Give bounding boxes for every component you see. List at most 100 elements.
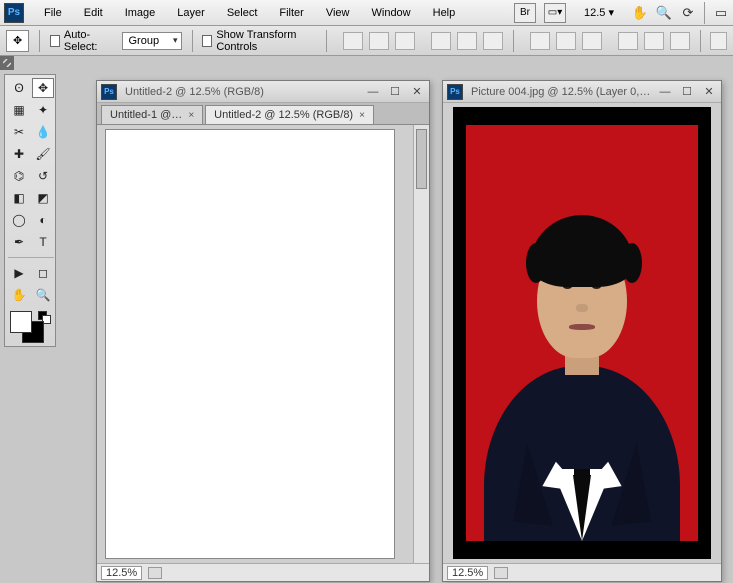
workspace-switcher-icon[interactable]: ▭: [713, 5, 729, 21]
hand-icon[interactable]: ✋: [8, 285, 30, 305]
divider: [326, 30, 327, 52]
eyedropper-icon[interactable]: 💧: [32, 122, 54, 142]
align-right-icon[interactable]: [483, 32, 503, 50]
status-info-icon[interactable]: [494, 567, 508, 579]
document-window-left: Ps Untitled-2 @ 12.5% (RGB/8) — ☐ ✕ Unti…: [96, 80, 430, 582]
close-tab-icon[interactable]: ×: [359, 110, 365, 121]
blank-canvas[interactable]: [105, 129, 395, 559]
auto-select-label: Auto-Select:: [64, 29, 112, 53]
document-tabs: Untitled-1 @… × Untitled-2 @ 12.5% (RGB/…: [97, 103, 429, 125]
menu-file[interactable]: File: [34, 3, 72, 23]
checkbox-icon[interactable]: [50, 35, 60, 47]
align-hcenter-icon[interactable]: [457, 32, 477, 50]
status-bar: 12.5%: [443, 563, 721, 581]
scrollbar-thumb[interactable]: [416, 129, 427, 189]
path-select-icon[interactable]: ▶: [8, 263, 30, 283]
menubar: Ps File Edit Image Layer Select Filter V…: [0, 0, 733, 26]
blur-icon[interactable]: ◯: [8, 210, 30, 230]
spot-heal-icon[interactable]: ✚: [8, 144, 30, 164]
minimize-button[interactable]: —: [657, 85, 673, 99]
menu-layer[interactable]: Layer: [167, 3, 215, 23]
distribute-left-icon[interactable]: [618, 32, 638, 50]
menu-select[interactable]: Select: [217, 3, 268, 23]
menu-view[interactable]: View: [316, 3, 360, 23]
align-vcenter-icon[interactable]: [369, 32, 389, 50]
distribute-vcenter-icon[interactable]: [556, 32, 576, 50]
align-bottom-icon[interactable]: [395, 32, 415, 50]
document-body: [97, 125, 429, 563]
bridge-button[interactable]: Br: [514, 3, 536, 23]
marquee-icon[interactable]: ▦: [8, 100, 30, 120]
align-icons-group: [343, 32, 415, 50]
distribute-right-icon[interactable]: [670, 32, 690, 50]
align-top-icon[interactable]: [343, 32, 363, 50]
magic-wand-icon[interactable]: ✦: [32, 100, 54, 120]
canvas-area[interactable]: [97, 125, 413, 563]
shape-icon[interactable]: ◻: [32, 263, 54, 283]
foreground-color-swatch[interactable]: [10, 311, 32, 333]
distribute-hcenter-icon[interactable]: [644, 32, 664, 50]
tab-untitled-2[interactable]: Untitled-2 @ 12.5% (RGB/8) ×: [205, 105, 374, 124]
maximize-button[interactable]: ☐: [679, 85, 695, 99]
crop-icon[interactable]: ✂: [8, 122, 30, 142]
active-tool-icon[interactable]: ✥: [6, 30, 29, 52]
menu-image[interactable]: Image: [115, 3, 166, 23]
lasso-icon[interactable]: ʘ: [8, 78, 30, 98]
distribute-icons-group: [530, 32, 602, 50]
close-tab-icon[interactable]: ×: [188, 110, 194, 121]
brush-icon[interactable]: 🖌: [32, 144, 54, 164]
screen-mode-button[interactable]: ▭▾: [544, 3, 566, 23]
document-window-right: Ps Picture 004.jpg @ 12.5% (Layer 0, R… …: [442, 80, 722, 582]
distribute-bottom-icon[interactable]: [582, 32, 602, 50]
tab-label: Untitled-2 @ 12.5% (RGB/8): [214, 109, 353, 121]
divider: [39, 30, 40, 52]
tab-label: Untitled-1 @…: [110, 109, 182, 121]
color-swatches: [8, 311, 52, 343]
hand-tool-icon[interactable]: ✋: [632, 5, 648, 21]
distribute-top-icon[interactable]: [530, 32, 550, 50]
image-canvas[interactable]: [453, 107, 711, 559]
window-titlebar[interactable]: Ps Untitled-2 @ 12.5% (RGB/8) — ☐ ✕: [97, 81, 429, 103]
close-button[interactable]: ✕: [409, 85, 425, 99]
eraser-icon[interactable]: ◧: [8, 188, 30, 208]
auto-select-checkbox[interactable]: Auto-Select:: [50, 29, 112, 53]
document-body: [443, 103, 721, 563]
close-button[interactable]: ✕: [701, 85, 717, 99]
menu-help[interactable]: Help: [423, 3, 466, 23]
zoom-tool-icon[interactable]: 🔍: [656, 5, 672, 21]
status-zoom-input[interactable]: 12.5%: [101, 566, 142, 580]
auto-align-icon[interactable]: [710, 32, 727, 50]
checkbox-icon[interactable]: [202, 35, 212, 47]
menu-edit[interactable]: Edit: [74, 3, 113, 23]
status-bar: 12.5%: [97, 563, 429, 581]
toolbox: ʘ✥▦✦✂💧✚🖌⌬↺◧◩◯◐✒T▶◻✋🔍: [4, 74, 56, 347]
dodge-icon[interactable]: ◐: [32, 210, 54, 230]
divider: [192, 30, 193, 52]
vertical-scrollbar[interactable]: [413, 125, 429, 563]
show-transform-checkbox[interactable]: Show Transform Controls: [202, 29, 316, 53]
menu-window[interactable]: Window: [362, 3, 421, 23]
zoom-icon[interactable]: 🔍: [32, 285, 54, 305]
align-left-icon[interactable]: [431, 32, 451, 50]
toolbox-collapse-handle[interactable]: [0, 56, 14, 70]
clone-stamp-icon[interactable]: ⌬: [8, 166, 30, 186]
zoom-level-menu[interactable]: 12.5 ▾: [574, 6, 624, 19]
window-titlebar[interactable]: Ps Picture 004.jpg @ 12.5% (Layer 0, R… …: [443, 81, 721, 103]
type-icon[interactable]: T: [32, 232, 54, 252]
status-info-icon[interactable]: [148, 567, 162, 579]
pen-icon[interactable]: ✒: [8, 232, 30, 252]
move-icon[interactable]: ✥: [32, 78, 54, 98]
window-title: Untitled-2 @ 12.5% (RGB/8): [125, 86, 359, 98]
tab-untitled-1[interactable]: Untitled-1 @… ×: [101, 105, 203, 124]
history-brush-icon[interactable]: ↺: [32, 166, 54, 186]
menu-filter[interactable]: Filter: [269, 3, 313, 23]
rotate-view-icon[interactable]: ⟳: [680, 5, 696, 21]
portrait-photo: [466, 125, 698, 541]
maximize-button[interactable]: ☐: [387, 85, 403, 99]
minimize-button[interactable]: —: [365, 85, 381, 99]
status-zoom-input[interactable]: 12.5%: [447, 566, 488, 580]
auto-select-mode-select[interactable]: Group: [122, 32, 182, 50]
doc-logo-icon: Ps: [101, 84, 117, 100]
canvas-area[interactable]: [443, 103, 721, 563]
gradient-icon[interactable]: ◩: [32, 188, 54, 208]
